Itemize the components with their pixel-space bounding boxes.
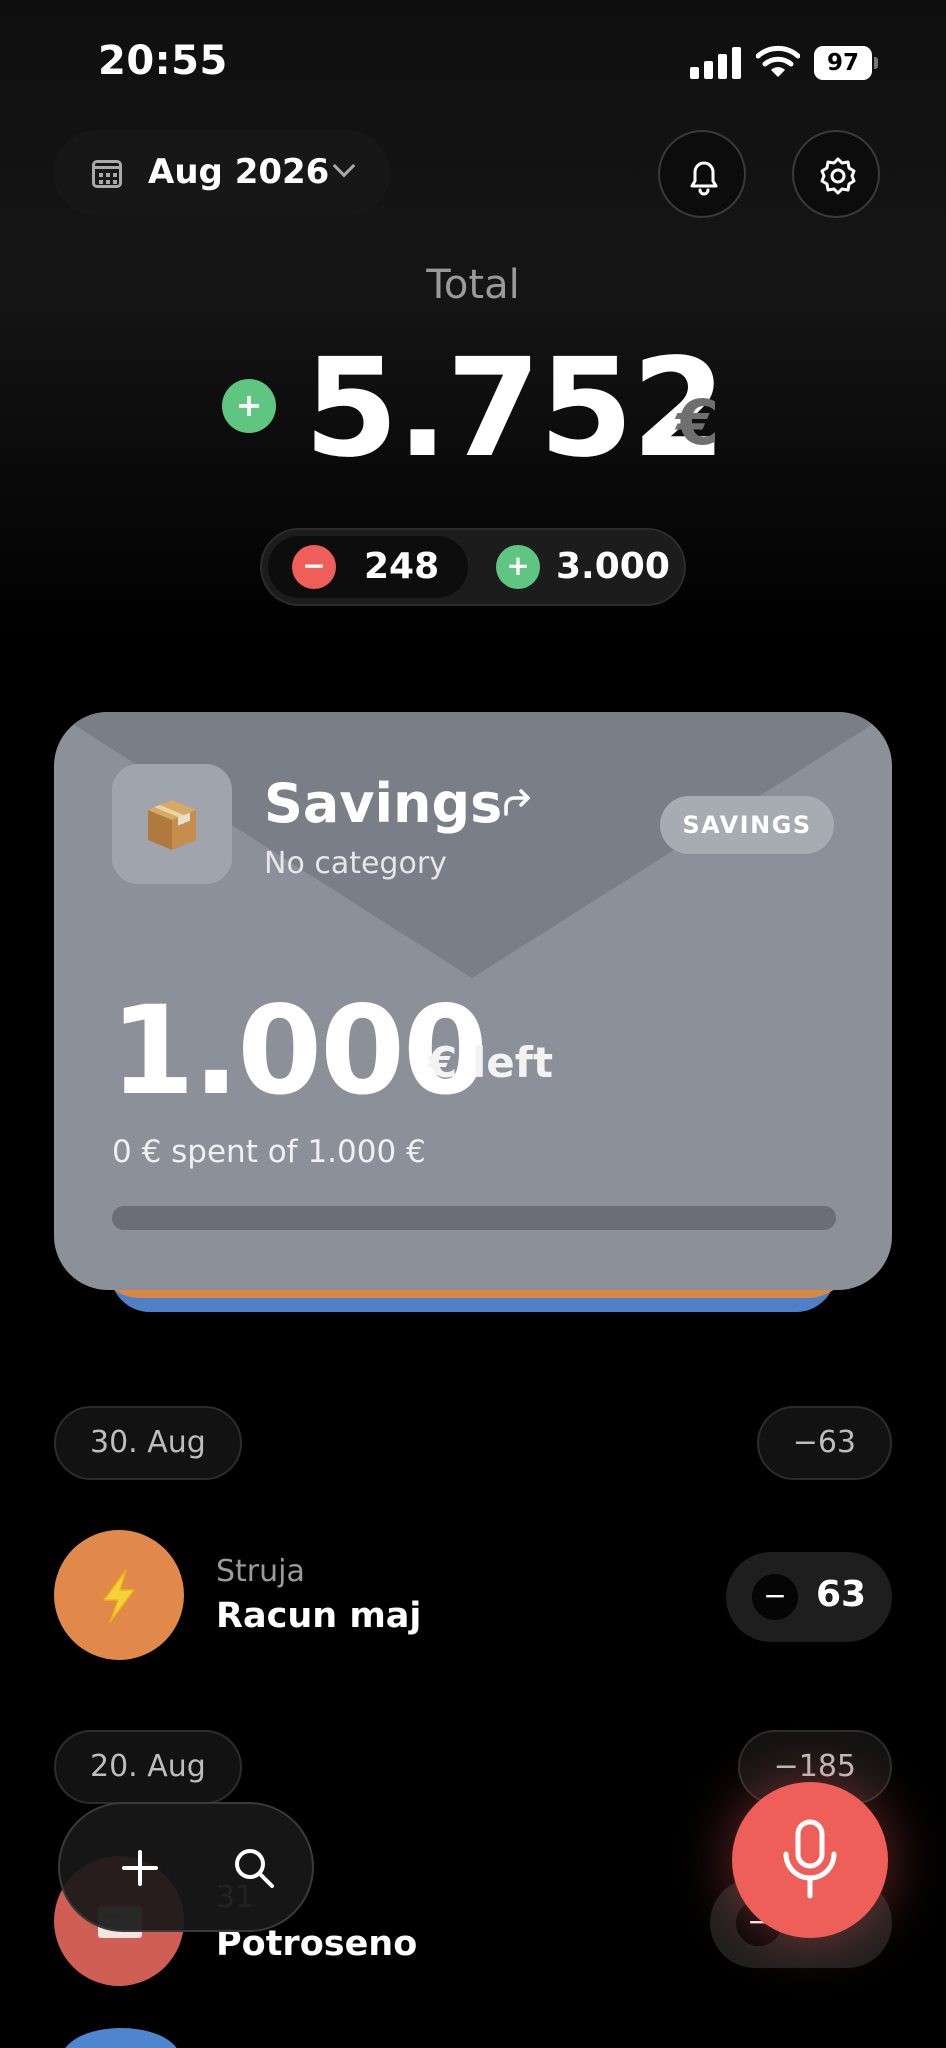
income-expense-summary[interactable]: − 248 + 3.000 <box>260 528 686 606</box>
day-total: −63 <box>756 1406 892 1480</box>
wifi-icon <box>756 45 800 77</box>
battery-level: 97 <box>814 46 872 80</box>
lightning-icon <box>103 1569 135 1623</box>
expense-total: 248 <box>364 546 440 587</box>
voice-input-button[interactable] <box>732 1782 888 1938</box>
income-total: 3.000 <box>556 546 670 587</box>
settings-button[interactable] <box>792 130 880 218</box>
total-currency: € <box>676 386 720 459</box>
month-label: Aug 2026 <box>148 152 330 192</box>
transaction-amount-value: 63 <box>816 1574 867 1615</box>
budget-spent-text: 0 € spent of 1.000 € <box>112 1134 426 1170</box>
month-selector[interactable]: Aug 2026 <box>54 130 390 216</box>
plus-icon: + <box>496 545 540 589</box>
savings-budget-card[interactable]: Savings No category SAVINGS 1.000 € left… <box>54 712 892 1290</box>
quick-actions-bar <box>58 1802 314 1932</box>
date-group-header: 30. Aug <box>54 1406 242 1480</box>
status-time: 20:55 <box>98 38 228 84</box>
budget-type-badge: SAVINGS <box>660 796 834 854</box>
budget-title: Savings <box>264 772 503 835</box>
budget-progress-bar <box>112 1206 836 1230</box>
notifications-button[interactable] <box>658 130 746 218</box>
gear-icon <box>820 157 856 195</box>
chevron-down-icon <box>332 154 356 178</box>
microphone-icon <box>783 1819 837 1899</box>
transaction-icon <box>54 1530 184 1660</box>
package-icon <box>148 800 196 850</box>
budget-icon-tile <box>112 764 232 884</box>
add-icon[interactable] <box>110 1838 170 1898</box>
transaction-amount: − 63 <box>726 1552 892 1642</box>
transaction-name: Racun maj <box>216 1596 422 1636</box>
budget-category: No category <box>264 846 447 881</box>
minus-icon: − <box>752 1574 798 1620</box>
budget-left-label: € left <box>428 1038 554 1087</box>
total-plus-icon: + <box>222 379 276 433</box>
date-group-header: 20. Aug <box>54 1730 242 1804</box>
transaction-icon-partial <box>62 2028 180 2048</box>
total-label: Total <box>426 262 520 308</box>
bell-icon <box>690 161 718 196</box>
expense-summary[interactable]: − 248 <box>268 536 468 598</box>
cellular-signal-icon <box>690 47 742 79</box>
calendar-icon <box>92 160 122 188</box>
recurring-icon <box>504 789 530 816</box>
minus-icon: − <box>292 545 336 589</box>
transaction-category: Struja <box>216 1554 305 1589</box>
battery-indicator: 97 <box>814 46 878 80</box>
total-value: 5.752 <box>304 330 726 488</box>
search-icon[interactable] <box>228 1842 282 1896</box>
